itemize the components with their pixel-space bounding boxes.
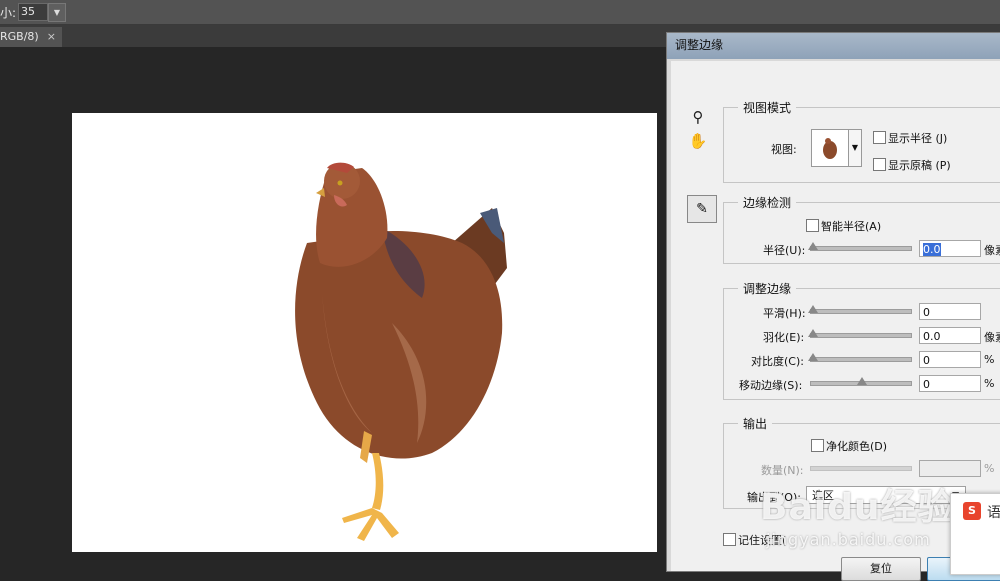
- amount-input[interactable]: [919, 460, 981, 477]
- baidu-watermark: Baidu经验 jingyan.baidu.com: [760, 478, 954, 549]
- shift-edge-slider[interactable]: [810, 377, 912, 386]
- view-dropdown-icon[interactable]: ▼: [848, 129, 862, 167]
- document-tab-label: RGB/8): [0, 30, 39, 43]
- smart-radius-label: 智能半径(A): [821, 220, 882, 233]
- amount-slider[interactable]: [810, 466, 912, 471]
- chicken-image: [295, 162, 507, 541]
- amount-label: 数量(N):: [761, 464, 804, 477]
- decontaminate-colors-label: 净化颜色(D): [826, 440, 888, 453]
- contrast-unit: %: [984, 353, 995, 366]
- shift-edge-input[interactable]: 0: [919, 375, 981, 392]
- smooth-label: 平滑(H):: [763, 307, 806, 320]
- smart-radius-checkbox[interactable]: [806, 219, 819, 232]
- show-radius-label: 显示半径 (J): [888, 132, 948, 145]
- contrast-slider-thumb[interactable]: [808, 353, 818, 361]
- hand-icon[interactable]: ✋: [685, 129, 711, 153]
- shift-edge-slider-thumb[interactable]: [857, 377, 867, 385]
- sogou-icon: S: [963, 502, 981, 520]
- feather-label: 羽化(E):: [763, 331, 805, 344]
- contrast-label: 对比度(C):: [751, 355, 804, 368]
- reset-button[interactable]: 复位: [841, 557, 921, 581]
- smooth-input[interactable]: 0: [919, 303, 981, 320]
- shift-edge-label: 移动边缘(S):: [739, 379, 803, 392]
- watermark-brand: Baidu经验: [760, 487, 955, 528]
- radius-label: 半径(U):: [763, 244, 806, 257]
- document-canvas[interactable]: [72, 113, 657, 552]
- decontaminate-colors-checkbox[interactable]: [811, 439, 824, 452]
- options-bar: 小: 35 ▼: [0, 0, 1000, 25]
- view-thumbnail[interactable]: [811, 129, 849, 167]
- ime-popup-text: 语: [987, 505, 1000, 521]
- zoom-icon[interactable]: ⚲: [685, 105, 711, 129]
- dialog-title: 调整边缘: [667, 33, 1000, 59]
- close-icon[interactable]: ×: [47, 30, 56, 43]
- radius-input[interactable]: 0.0: [919, 240, 981, 257]
- brush-size-input[interactable]: 35: [18, 3, 48, 21]
- feather-unit: 像素: [984, 331, 1000, 344]
- show-radius-checkbox[interactable]: [873, 131, 886, 144]
- chevron-down-icon[interactable]: ▼: [48, 3, 66, 22]
- show-original-label: 显示原稿 (P): [888, 159, 951, 172]
- view-label: 视图:: [771, 143, 797, 156]
- view-mode-title: 视图模式: [738, 99, 797, 116]
- output-title: 输出: [738, 415, 773, 432]
- radius-slider[interactable]: [808, 242, 912, 251]
- amount-unit: %: [984, 462, 995, 475]
- shift-edge-unit: %: [984, 377, 995, 390]
- show-original-checkbox[interactable]: [873, 158, 886, 171]
- refine-radius-brush-icon[interactable]: ✎: [687, 195, 717, 223]
- edge-detection-title: 边缘检测: [738, 194, 797, 211]
- smooth-slider[interactable]: [808, 305, 912, 314]
- watermark-url: jingyan.baidu.com: [766, 530, 931, 549]
- contrast-input[interactable]: 0: [919, 351, 981, 368]
- remember-settings-checkbox[interactable]: [723, 533, 736, 546]
- radius-unit: 像素: [984, 244, 1000, 257]
- radius-slider-thumb[interactable]: [808, 242, 818, 250]
- chicken-thumbnail-icon: [823, 138, 837, 159]
- feather-slider-thumb[interactable]: [808, 329, 818, 337]
- feather-input[interactable]: 0.0: [919, 327, 981, 344]
- smooth-slider-thumb[interactable]: [808, 305, 818, 313]
- contrast-slider[interactable]: [808, 353, 912, 362]
- feather-slider[interactable]: [808, 329, 912, 338]
- brush-size-label: 小:: [0, 6, 17, 20]
- document-tab[interactable]: RGB/8) ×: [0, 27, 62, 47]
- adjust-edge-title: 调整边缘: [738, 280, 797, 297]
- ime-popup[interactable]: S 语: [950, 493, 1000, 575]
